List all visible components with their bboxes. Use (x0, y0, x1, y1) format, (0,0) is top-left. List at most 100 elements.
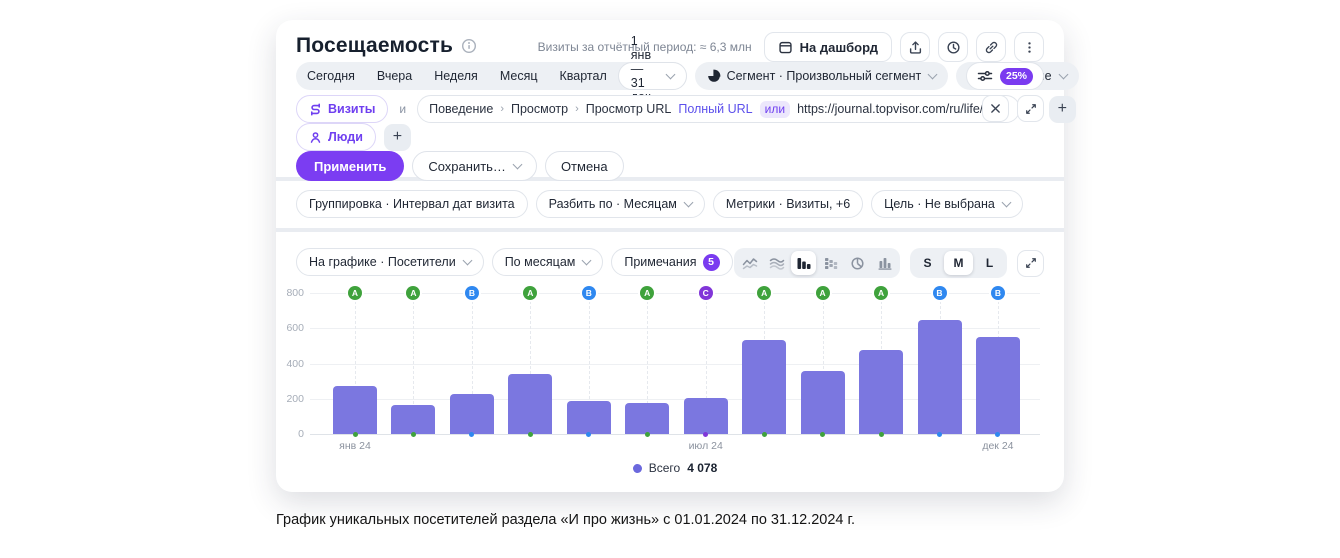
apply-button[interactable]: Применить (296, 151, 405, 181)
chart-section: На графике · Посетители По месяцам Приме… (276, 232, 1064, 492)
clear-filters-button[interactable] (982, 95, 1009, 122)
by-period-selector[interactable]: По месяцам (491, 248, 604, 276)
bar-мар 24[interactable] (449, 393, 494, 434)
chart-type-group (734, 248, 900, 278)
link-icon (984, 40, 999, 55)
y-tick-label: 800 (286, 287, 304, 299)
match-type-link[interactable]: Полный URL (678, 102, 752, 116)
chevron-down-icon (462, 255, 473, 265)
annotation-marker-A[interactable]: A (348, 286, 362, 300)
sampling-settings-button[interactable]: 25% (965, 62, 1044, 90)
sampling-badge: 25% (999, 67, 1033, 85)
bar-chart-type-button[interactable] (791, 251, 816, 275)
annotation-marker-A[interactable]: A (874, 286, 889, 300)
bar-авг 24[interactable] (742, 340, 787, 434)
stacked-bar-type-button[interactable] (818, 251, 843, 275)
baseline-dot (878, 431, 884, 437)
date-range-selector[interactable]: 1 янв — 31 дек 2024 (617, 34, 687, 118)
bar-май 24[interactable] (566, 401, 611, 434)
operator-pill[interactable]: или (759, 100, 791, 118)
annotation-marker-A[interactable]: A (406, 286, 421, 300)
annotation-marker-B[interactable]: B (581, 286, 596, 300)
tab-week[interactable]: Неделя (423, 69, 489, 83)
metric-visits-chip[interactable]: Визиты (296, 95, 389, 123)
add-condition-button[interactable]: + (1048, 95, 1076, 123)
cancel-button[interactable]: Отмена (544, 151, 624, 181)
chevron-down-icon (1058, 69, 1068, 79)
histogram-type-button[interactable] (872, 251, 897, 275)
person-icon (309, 131, 322, 144)
grouping-selector[interactable]: Группировка · Интервал дат визита (296, 190, 528, 218)
chevron-down-icon (683, 197, 694, 207)
bar-ноя 24[interactable] (917, 319, 962, 434)
bar-янв 24[interactable] (333, 386, 377, 434)
x-tick-label: дек 24 (982, 440, 1014, 452)
add-people-filter-button[interactable]: + (383, 123, 411, 151)
expand-chart-button[interactable] (1017, 249, 1044, 277)
period-segmented-control: Сегодня Вчера Неделя Месяц Квартал 1 янв… (296, 34, 687, 118)
figure-caption: График уникальных посетителей раздела «И… (276, 512, 856, 528)
annotation-marker-A[interactable]: A (815, 286, 830, 300)
annotation-marker-A[interactable]: A (640, 286, 655, 300)
x-tick-label: июл 24 (688, 440, 723, 452)
segment-selector[interactable]: Сегмент · Произвольный сегмент (694, 62, 949, 90)
chevron-down-icon (927, 69, 938, 79)
baseline-dot (469, 431, 475, 437)
baseline-dot (703, 431, 709, 437)
to-dashboard-button[interactable]: На дашборд (763, 32, 892, 62)
history-button[interactable] (938, 32, 968, 62)
annotation-marker-B[interactable]: B (464, 286, 479, 300)
y-tick-label: 400 (286, 357, 304, 370)
filter-url-value: https://journal.topvisor.com/ru/life/* (797, 102, 988, 116)
baseline-dot (644, 431, 650, 437)
bar-июл 24[interactable] (683, 397, 728, 434)
split-by-selector[interactable]: Разбить по · Месяцам (535, 190, 705, 218)
save-button[interactable]: Сохранить… (412, 151, 537, 181)
pie-chart-type-button[interactable] (845, 251, 870, 275)
size-m-button[interactable]: M (944, 251, 973, 275)
expand-filters-button[interactable] (1017, 95, 1044, 122)
chevron-down-icon (512, 159, 523, 169)
copy-link-button[interactable] (976, 32, 1006, 62)
bar-окт 24[interactable] (859, 349, 904, 434)
sliders-icon (977, 69, 993, 83)
bar-сен 24[interactable] (800, 371, 845, 434)
metric-people-chip[interactable]: Люди (296, 123, 376, 151)
more-actions-button[interactable] (1014, 32, 1044, 62)
url-filter-condition[interactable]: Поведение › Просмотр › Просмотр URL Полн… (417, 95, 1021, 123)
y-tick-label: 200 (286, 392, 304, 405)
bar-апр 24[interactable] (508, 373, 553, 434)
bar-июн 24[interactable] (625, 402, 670, 434)
info-icon[interactable] (461, 38, 477, 54)
pie-icon (707, 69, 721, 83)
share-button[interactable] (900, 32, 930, 62)
stacked-area-type-button[interactable] (764, 251, 789, 275)
annotation-marker-A[interactable]: A (757, 286, 772, 300)
x-tick-label: янв 24 (339, 440, 371, 452)
baseline-dot (820, 431, 826, 437)
bar-дек 24[interactable] (975, 337, 1020, 434)
share-icon (908, 40, 923, 55)
annotation-marker-C[interactable]: C (698, 286, 713, 300)
notes-button[interactable]: Примечания 5 (611, 248, 733, 276)
tab-today[interactable]: Сегодня (296, 69, 366, 83)
bar-фев 24[interactable] (391, 404, 436, 434)
tab-quarter[interactable]: Квартал (549, 69, 618, 83)
annotation-marker-B[interactable]: B (990, 286, 1005, 300)
chevron-down-icon (1001, 197, 1012, 207)
chart-legend[interactable]: Всего 4 078 (310, 461, 1040, 475)
metrics-selector[interactable]: Метрики · Визиты, +6 (712, 190, 864, 218)
size-l-button[interactable]: L (975, 251, 1004, 275)
size-s-button[interactable]: S (913, 251, 942, 275)
kebab-menu-icon (1022, 40, 1037, 55)
goal-selector[interactable]: Цель · Не выбрана (871, 190, 1023, 218)
line-chart-type-button[interactable] (737, 251, 762, 275)
baseline-dot (527, 431, 533, 437)
tab-month[interactable]: Месяц (489, 69, 549, 83)
annotation-marker-A[interactable]: A (523, 286, 538, 300)
notes-count-badge: 5 (702, 253, 720, 271)
annotation-marker-B[interactable]: B (932, 286, 947, 300)
and-operator: и (399, 102, 407, 116)
tab-yesterday[interactable]: Вчера (366, 69, 423, 83)
on-chart-selector[interactable]: На графике · Посетители (296, 248, 484, 276)
